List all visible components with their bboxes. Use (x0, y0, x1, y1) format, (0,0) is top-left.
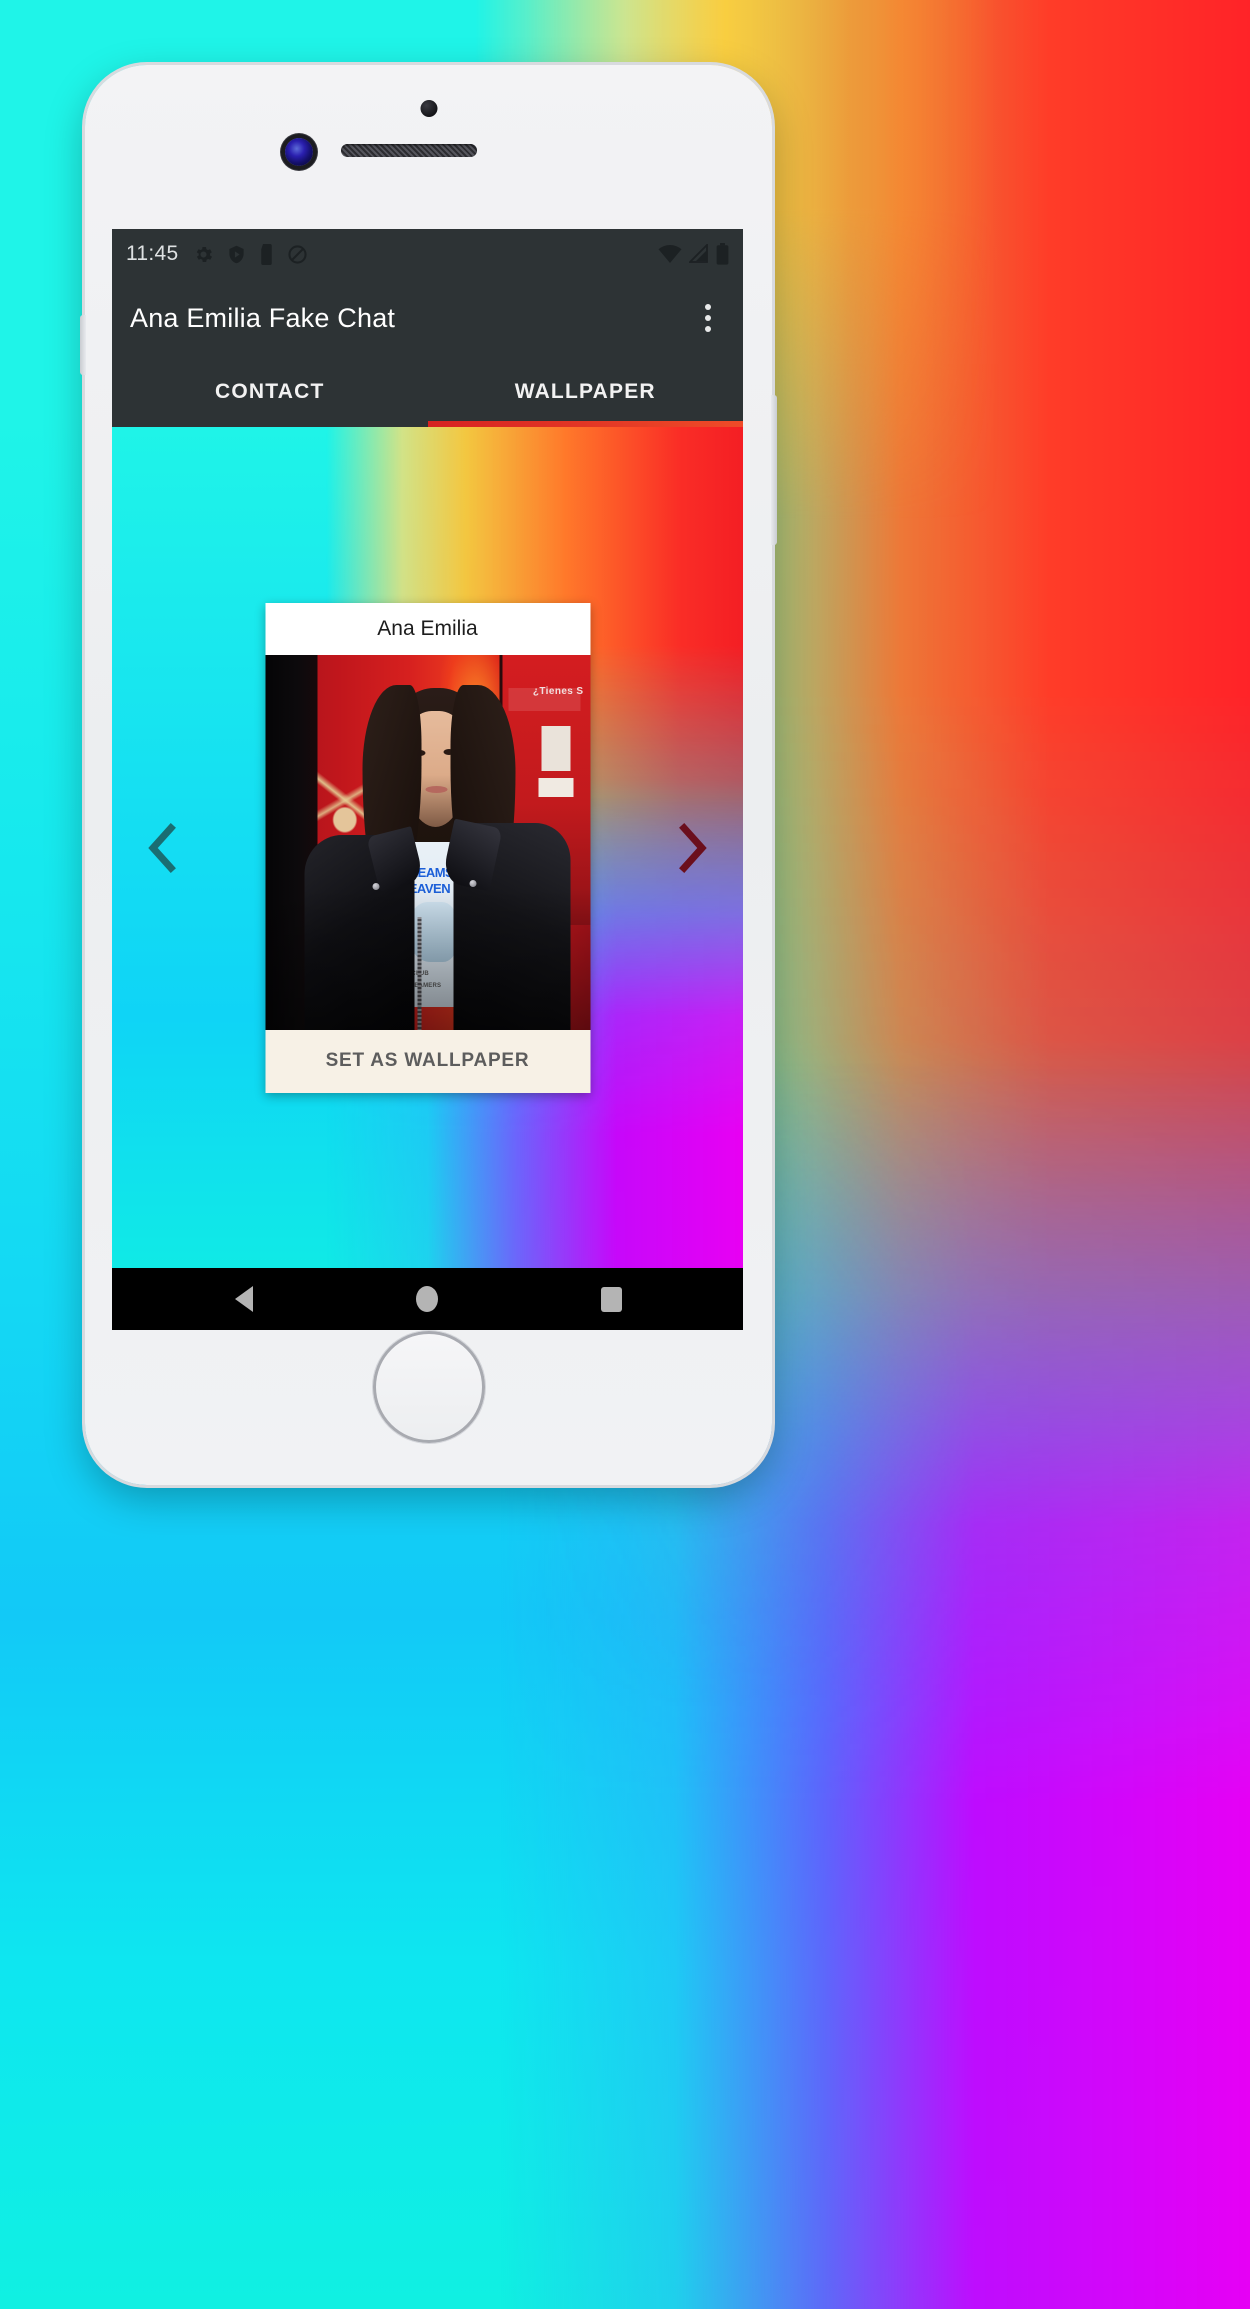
hardware-home-button[interactable] (372, 1331, 485, 1443)
recents-button[interactable] (581, 1274, 641, 1324)
tab-bar: CONTACT WALLPAPER (112, 357, 743, 427)
contact-name: Ana Emilia (265, 602, 590, 655)
wallpaper-page: Ana Emilia ¿Tienes S (112, 427, 743, 1268)
front-camera-icon (285, 138, 313, 166)
home-button[interactable] (397, 1274, 457, 1324)
battery-icon (716, 243, 729, 265)
cell-signal-icon (689, 244, 708, 263)
photo-vignette (265, 654, 590, 1030)
app-bar: Ana Emilia Fake Chat (112, 279, 743, 357)
shield-play-icon (228, 245, 244, 263)
gear-icon (196, 246, 212, 262)
status-bar-right-icons (658, 243, 729, 265)
do-not-disturb-icon (287, 244, 307, 264)
more-vert-icon[interactable] (691, 295, 725, 341)
status-bar-left-icons (193, 243, 308, 265)
status-bar: 11:45 (112, 229, 743, 279)
menu-dot (705, 315, 711, 321)
wallpaper-card: Ana Emilia ¿Tienes S (265, 602, 590, 1093)
sd-card-icon (260, 243, 272, 265)
proximity-sensor-icon (420, 100, 437, 117)
menu-dot (705, 304, 711, 310)
chevron-left-icon[interactable] (134, 820, 190, 876)
tab-contact[interactable]: CONTACT (112, 357, 428, 427)
volume-button (80, 315, 86, 375)
phone-screen: 11:45 Ana Emilia Fake Chat CONTACT WALLP… (112, 229, 743, 1330)
power-button (771, 395, 777, 545)
page-title: Ana Emilia Fake Chat (130, 302, 396, 333)
back-button[interactable] (214, 1274, 274, 1324)
android-navigation-bar (112, 1268, 743, 1330)
menu-dot (705, 326, 711, 332)
set-as-wallpaper-button[interactable]: SET AS WALLPAPER (265, 1029, 590, 1093)
earpiece-speaker-icon (341, 144, 477, 157)
wallpaper-photo[interactable]: ¿Tienes S DREAMS HEAVEN TE CLUB (265, 654, 590, 1030)
back-triangle-icon (234, 1286, 253, 1312)
chevron-right-icon[interactable] (665, 820, 721, 876)
tab-wallpaper[interactable]: WALLPAPER (428, 357, 744, 427)
wifi-icon (658, 245, 682, 263)
recents-square-icon (600, 1286, 622, 1312)
status-bar-clock: 11:45 (126, 242, 179, 265)
phone-mockup: 11:45 Ana Emilia Fake Chat CONTACT WALLP… (80, 65, 777, 1485)
home-circle-icon (416, 1286, 439, 1312)
